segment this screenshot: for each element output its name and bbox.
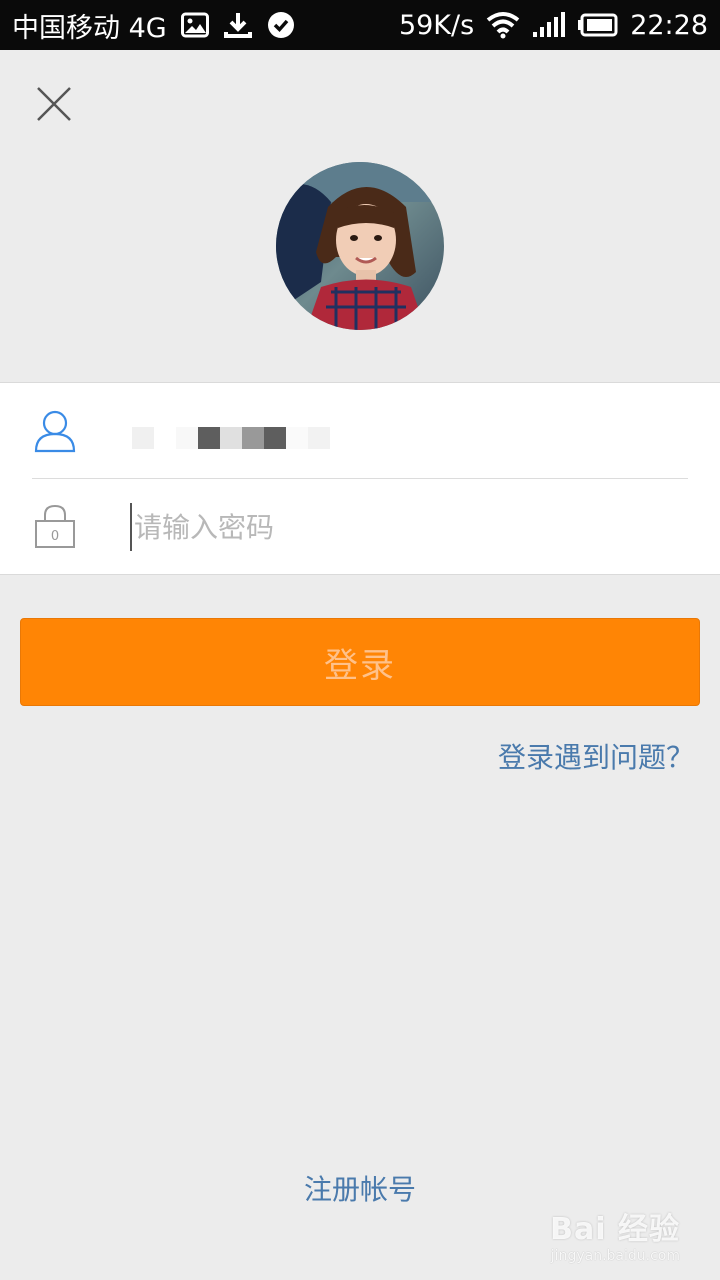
avatar[interactable]	[276, 162, 444, 330]
register-link[interactable]: 注册帐号	[0, 1168, 720, 1208]
net-speed: 59K/s	[398, 9, 475, 41]
clock: 22:28	[630, 9, 708, 41]
login-form: 0	[0, 382, 720, 575]
close-icon	[37, 87, 71, 121]
carrier-label: 中国移动 4G	[12, 12, 167, 44]
password-row[interactable]: 0	[0, 479, 720, 574]
login-button[interactable]: 登录	[20, 618, 700, 706]
watermark-brand: Bai 经验	[550, 1212, 680, 1247]
username-masked-value	[132, 427, 330, 449]
signal-icon	[532, 12, 566, 38]
user-icon	[34, 410, 76, 453]
password-input[interactable]	[130, 503, 674, 551]
download-icon	[223, 10, 253, 40]
baidu-jingyan-watermark: Bai 经验 jingyan.baidu.com	[550, 1204, 680, 1264]
image-icon	[180, 12, 209, 38]
close-button[interactable]	[30, 80, 78, 128]
username-row[interactable]	[0, 383, 720, 478]
check-circle-icon	[267, 11, 295, 39]
wifi-icon	[486, 11, 520, 39]
login-screen: 中国移动 4G 59K/s 22:28 0 登录 登录遇到问题？ 注册帐号 Ba…	[0, 0, 720, 1280]
lock-icon: 0	[35, 504, 75, 548]
status-bar: 中国移动 4G 59K/s 22:28	[0, 0, 720, 50]
battery-icon	[578, 13, 618, 37]
login-help-link[interactable]: 登录遇到问题？	[498, 736, 694, 776]
watermark-url: jingyan.baidu.com	[550, 1248, 680, 1264]
avatar-image	[276, 162, 444, 330]
svg-text:0: 0	[51, 529, 59, 544]
